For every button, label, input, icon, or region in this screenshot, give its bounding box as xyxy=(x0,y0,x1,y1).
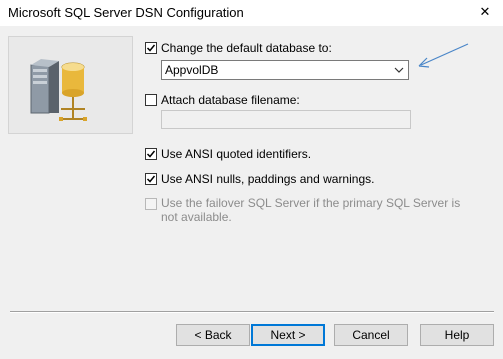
cancel-button[interactable]: Cancel xyxy=(334,324,408,346)
ansi-quoted-identifiers-label: Use ANSI quoted identifiers. xyxy=(161,147,312,161)
footer-separator xyxy=(10,311,494,313)
title-bar: Microsoft SQL Server DSN Configuration ✕ xyxy=(0,0,503,26)
default-database-select[interactable]: AppvolDB xyxy=(161,60,409,80)
arrow-pointer-icon xyxy=(418,43,469,68)
ansi-nulls-label: Use ANSI nulls, paddings and warnings. xyxy=(161,172,375,186)
attach-db-filename-checkbox[interactable] xyxy=(145,94,157,106)
attach-db-filename-label: Attach database filename: xyxy=(161,93,300,107)
help-button[interactable]: Help xyxy=(420,324,494,346)
window-title: Microsoft SQL Server DSN Configuration xyxy=(8,5,244,20)
left-image-panel xyxy=(8,36,133,134)
back-button[interactable]: < Back xyxy=(176,324,250,346)
ansi-quoted-identifiers-checkbox[interactable] xyxy=(145,148,157,160)
failover-label: Use the failover SQL Server if the prima… xyxy=(161,196,461,224)
chevron-down-icon xyxy=(394,67,404,73)
failover-checkbox xyxy=(145,198,157,210)
change-default-db-checkbox[interactable] xyxy=(145,42,157,54)
next-button[interactable]: Next > xyxy=(251,324,325,346)
close-button[interactable]: ✕ xyxy=(474,3,496,21)
ansi-nulls-checkbox[interactable] xyxy=(145,173,157,185)
default-database-value: AppvolDB xyxy=(165,63,219,77)
change-default-db-label: Change the default database to: xyxy=(161,41,332,55)
db-filename-field[interactable] xyxy=(161,110,411,129)
database-server-icon xyxy=(30,59,87,121)
